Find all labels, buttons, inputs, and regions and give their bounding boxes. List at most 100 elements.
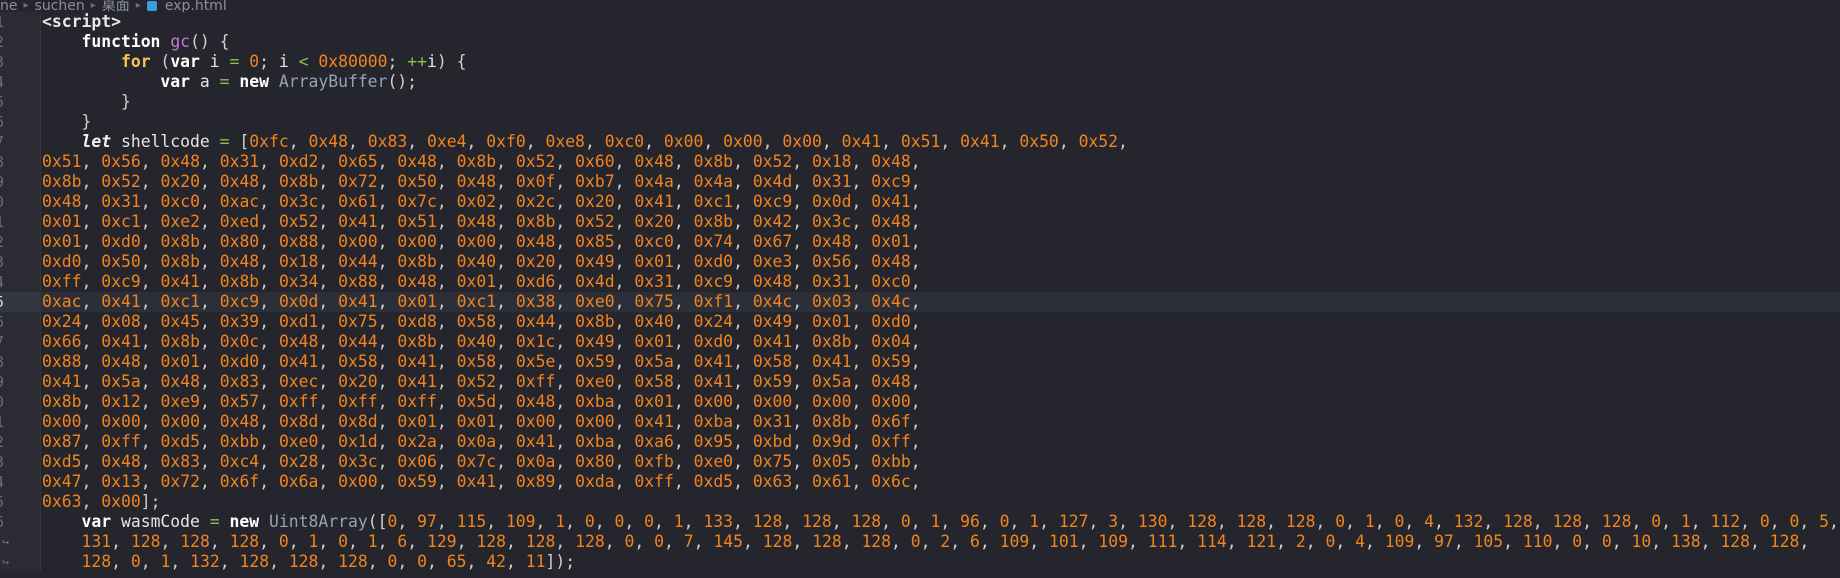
code-text: 0x8b, 0x12, 0xe9, 0x57, 0xff, 0xff, 0xff… [42, 392, 921, 411]
code-text: 0x63, 0x00]; [42, 492, 161, 511]
line-gutter[interactable]: 2 [0, 32, 41, 52]
code-text: 0x87, 0xff, 0xd5, 0xbb, 0xe0, 0x1d, 0x2a… [42, 432, 921, 451]
breadcrumb-item[interactable]: 桌面 [102, 0, 130, 12]
line-gutter[interactable]: 9 [0, 172, 41, 192]
line-number: 9 [0, 372, 4, 392]
line-gutter[interactable]: 4 [0, 272, 41, 292]
code-line[interactable]: 4 var a = new ArrayBuffer(); [0, 72, 1840, 92]
breadcrumb-item[interactable]: suchen [35, 0, 85, 12]
line-gutter[interactable]: 7 [0, 132, 41, 152]
code-line[interactable]: 0 0x48, 0x31, 0xc0, 0xac, 0x3c, 0x61, 0x7… [0, 192, 1840, 212]
code-line[interactable]: 7 let shellcode = [0xfc, 0x48, 0x83, 0xe… [0, 132, 1840, 152]
code-line[interactable]: 1 0x01, 0xc1, 0xe2, 0xed, 0x52, 0x41, 0x5… [0, 212, 1840, 232]
code-text: for (var i = 0; i < 0x80000; ++i) { [120, 52, 467, 71]
line-gutter[interactable]: ↪ [0, 532, 41, 552]
code-line[interactable]: 7 0x66, 0x41, 0x8b, 0x0c, 0x48, 0x44, 0x8… [0, 332, 1840, 352]
code-line[interactable]: 3 0xd0, 0x50, 0x8b, 0x48, 0x18, 0x44, 0x8… [0, 252, 1840, 272]
breadcrumb: ne ▸ suchen ▸ 桌面 ▸ exp.html [0, 0, 1840, 12]
code-text: 0x24, 0x08, 0x45, 0x39, 0xd1, 0x75, 0xd8… [42, 312, 921, 331]
line-number: 6 [0, 112, 4, 132]
line-gutter[interactable]: 1 [0, 12, 41, 32]
line-number: 2 [0, 232, 4, 252]
code-text: 0xd0, 0x50, 0x8b, 0x48, 0x18, 0x44, 0x8b… [42, 252, 921, 271]
breadcrumb-item[interactable]: ne [0, 0, 18, 12]
line-gutter[interactable]: 3 [0, 252, 41, 272]
code-line[interactable]: 6 var wasmCode = new Uint8Array([0, 97, … [0, 512, 1840, 532]
code-line[interactable]: 1 <script> [0, 12, 1840, 32]
code-text: let shellcode = [0xfc, 0x48, 0x83, 0xe4,… [81, 132, 1128, 151]
code-line[interactable]: 8 0x51, 0x56, 0x48, 0x31, 0xd2, 0x65, 0x4… [0, 152, 1840, 172]
line-gutter[interactable]: 3 [0, 452, 41, 472]
code-line[interactable]: 2 0x01, 0xd0, 0x8b, 0x80, 0x88, 0x00, 0x0… [0, 232, 1840, 252]
code-line[interactable]: 5 0xac, 0x41, 0xc1, 0xc9, 0x0d, 0x41, 0x0… [0, 292, 1840, 312]
line-number: 1 [0, 412, 4, 432]
line-number: 5 [0, 92, 4, 112]
code-line[interactable]: 4 0x47, 0x13, 0x72, 0x6f, 0x6a, 0x00, 0x5… [0, 472, 1840, 492]
code-line[interactable]: ↪ 128, 0, 1, 132, 128, 128, 128, 0, 0, 6… [0, 552, 1840, 572]
code-line[interactable]: 3 for (var i = 0; i < 0x80000; ++i) { [0, 52, 1840, 72]
line-gutter[interactable]: 5 [0, 292, 41, 312]
code-text: 0x47, 0x13, 0x72, 0x6f, 0x6a, 0x00, 0x59… [42, 472, 921, 491]
html-file-icon [146, 1, 157, 11]
code-line[interactable]: 5 0x63, 0x00]; [0, 492, 1840, 512]
line-gutter[interactable]: 8 [0, 152, 41, 172]
line-gutter[interactable]: 4 [0, 472, 41, 492]
code-line[interactable]: 9 0x8b, 0x52, 0x20, 0x48, 0x8b, 0x72, 0x5… [0, 172, 1840, 192]
line-number: 2 [0, 32, 4, 52]
code-text: var a = new ArrayBuffer(); [160, 72, 418, 91]
code-line[interactable]: 3 0xd5, 0x48, 0x83, 0xc4, 0x28, 0x3c, 0x0… [0, 452, 1840, 472]
code-text: 0x01, 0xc1, 0xe2, 0xed, 0x52, 0x41, 0x51… [42, 212, 921, 231]
line-gutter[interactable]: 6 [0, 312, 41, 332]
line-gutter[interactable]: 7 [0, 332, 41, 352]
line-gutter[interactable]: 2 [0, 432, 41, 452]
line-gutter[interactable]: 3 [0, 52, 41, 72]
code-line[interactable]: 6 0x24, 0x08, 0x45, 0x39, 0xd1, 0x75, 0xd… [0, 312, 1840, 332]
code-text: 0x88, 0x48, 0x01, 0xd0, 0x41, 0x58, 0x41… [42, 352, 921, 371]
line-gutter[interactable]: 5 [0, 492, 41, 512]
code-text: 0x01, 0xd0, 0x8b, 0x80, 0x88, 0x00, 0x00… [42, 232, 921, 251]
code-text: 0x8b, 0x52, 0x20, 0x48, 0x8b, 0x72, 0x50… [42, 172, 921, 191]
code-text: 131, 128, 128, 128, 0, 1, 0, 1, 6, 129, … [81, 532, 1810, 551]
code-line[interactable]: 9 0x41, 0x5a, 0x48, 0x83, 0xec, 0x20, 0x4… [0, 372, 1840, 392]
line-number: 5 [0, 492, 4, 512]
line-gutter[interactable]: 8 [0, 352, 41, 372]
line-gutter[interactable]: 4 [0, 72, 41, 92]
code-line[interactable]: 6 } [0, 112, 1840, 132]
code-line[interactable]: ↪ 131, 128, 128, 128, 0, 1, 0, 1, 6, 129… [0, 532, 1840, 552]
line-gutter[interactable]: 5 [0, 92, 41, 112]
code-line[interactable]: 2 function gc() { [0, 32, 1840, 52]
line-number: 7 [0, 332, 4, 352]
code-text: 0x00, 0x00, 0x00, 0x48, 0x8d, 0x8d, 0x01… [42, 412, 921, 431]
line-gutter[interactable]: 6 [0, 512, 41, 532]
code-line[interactable]: 0 0x8b, 0x12, 0xe9, 0x57, 0xff, 0xff, 0xf… [0, 392, 1840, 412]
line-gutter[interactable]: 2 [0, 232, 41, 252]
code-line[interactable]: 4 0xff, 0xc9, 0x41, 0x8b, 0x34, 0x88, 0x4… [0, 272, 1840, 292]
code-line[interactable]: 1 0x00, 0x00, 0x00, 0x48, 0x8d, 0x8d, 0x0… [0, 412, 1840, 432]
line-gutter[interactable]: 1 [0, 212, 41, 232]
code-text: 128, 0, 1, 132, 128, 128, 128, 0, 0, 65,… [81, 552, 576, 571]
code-text: 0x48, 0x31, 0xc0, 0xac, 0x3c, 0x61, 0x7c… [42, 192, 921, 211]
code-text: } [81, 112, 92, 131]
line-gutter[interactable]: 0 [0, 392, 41, 412]
line-gutter[interactable]: 0 [0, 192, 41, 212]
code-line[interactable]: 5 } [0, 92, 1840, 112]
line-number: 8 [0, 152, 4, 172]
line-gutter[interactable]: 6 [0, 112, 41, 132]
line-number: 4 [0, 272, 4, 292]
line-number: 6 [0, 512, 4, 532]
code-text: var wasmCode = new Uint8Array([0, 97, 11… [81, 512, 1839, 531]
line-number: 0 [0, 392, 4, 412]
breadcrumb-item[interactable]: exp.html [165, 0, 227, 12]
code-text: <script> [42, 12, 121, 31]
code-line[interactable]: 2 0x87, 0xff, 0xd5, 0xbb, 0xe0, 0x1d, 0x2… [0, 432, 1840, 452]
code-line[interactable]: 8 0x88, 0x48, 0x01, 0xd0, 0x41, 0x58, 0x4… [0, 352, 1840, 372]
line-gutter[interactable]: 9 [0, 372, 41, 392]
line-gutter[interactable]: 1 [0, 412, 41, 432]
code-editor[interactable]: 1<script>2 function gc() {3 for (var i =… [0, 12, 1840, 578]
line-number: 0 [0, 192, 4, 212]
line-gutter[interactable]: ↪ [0, 552, 41, 572]
code-text: } [120, 92, 131, 111]
chevron-right-icon: ▸ [23, 0, 29, 11]
code-text: 0xd5, 0x48, 0x83, 0xc4, 0x28, 0x3c, 0x06… [42, 452, 921, 471]
code-text: 0xff, 0xc9, 0x41, 0x8b, 0x34, 0x88, 0x48… [42, 272, 921, 291]
